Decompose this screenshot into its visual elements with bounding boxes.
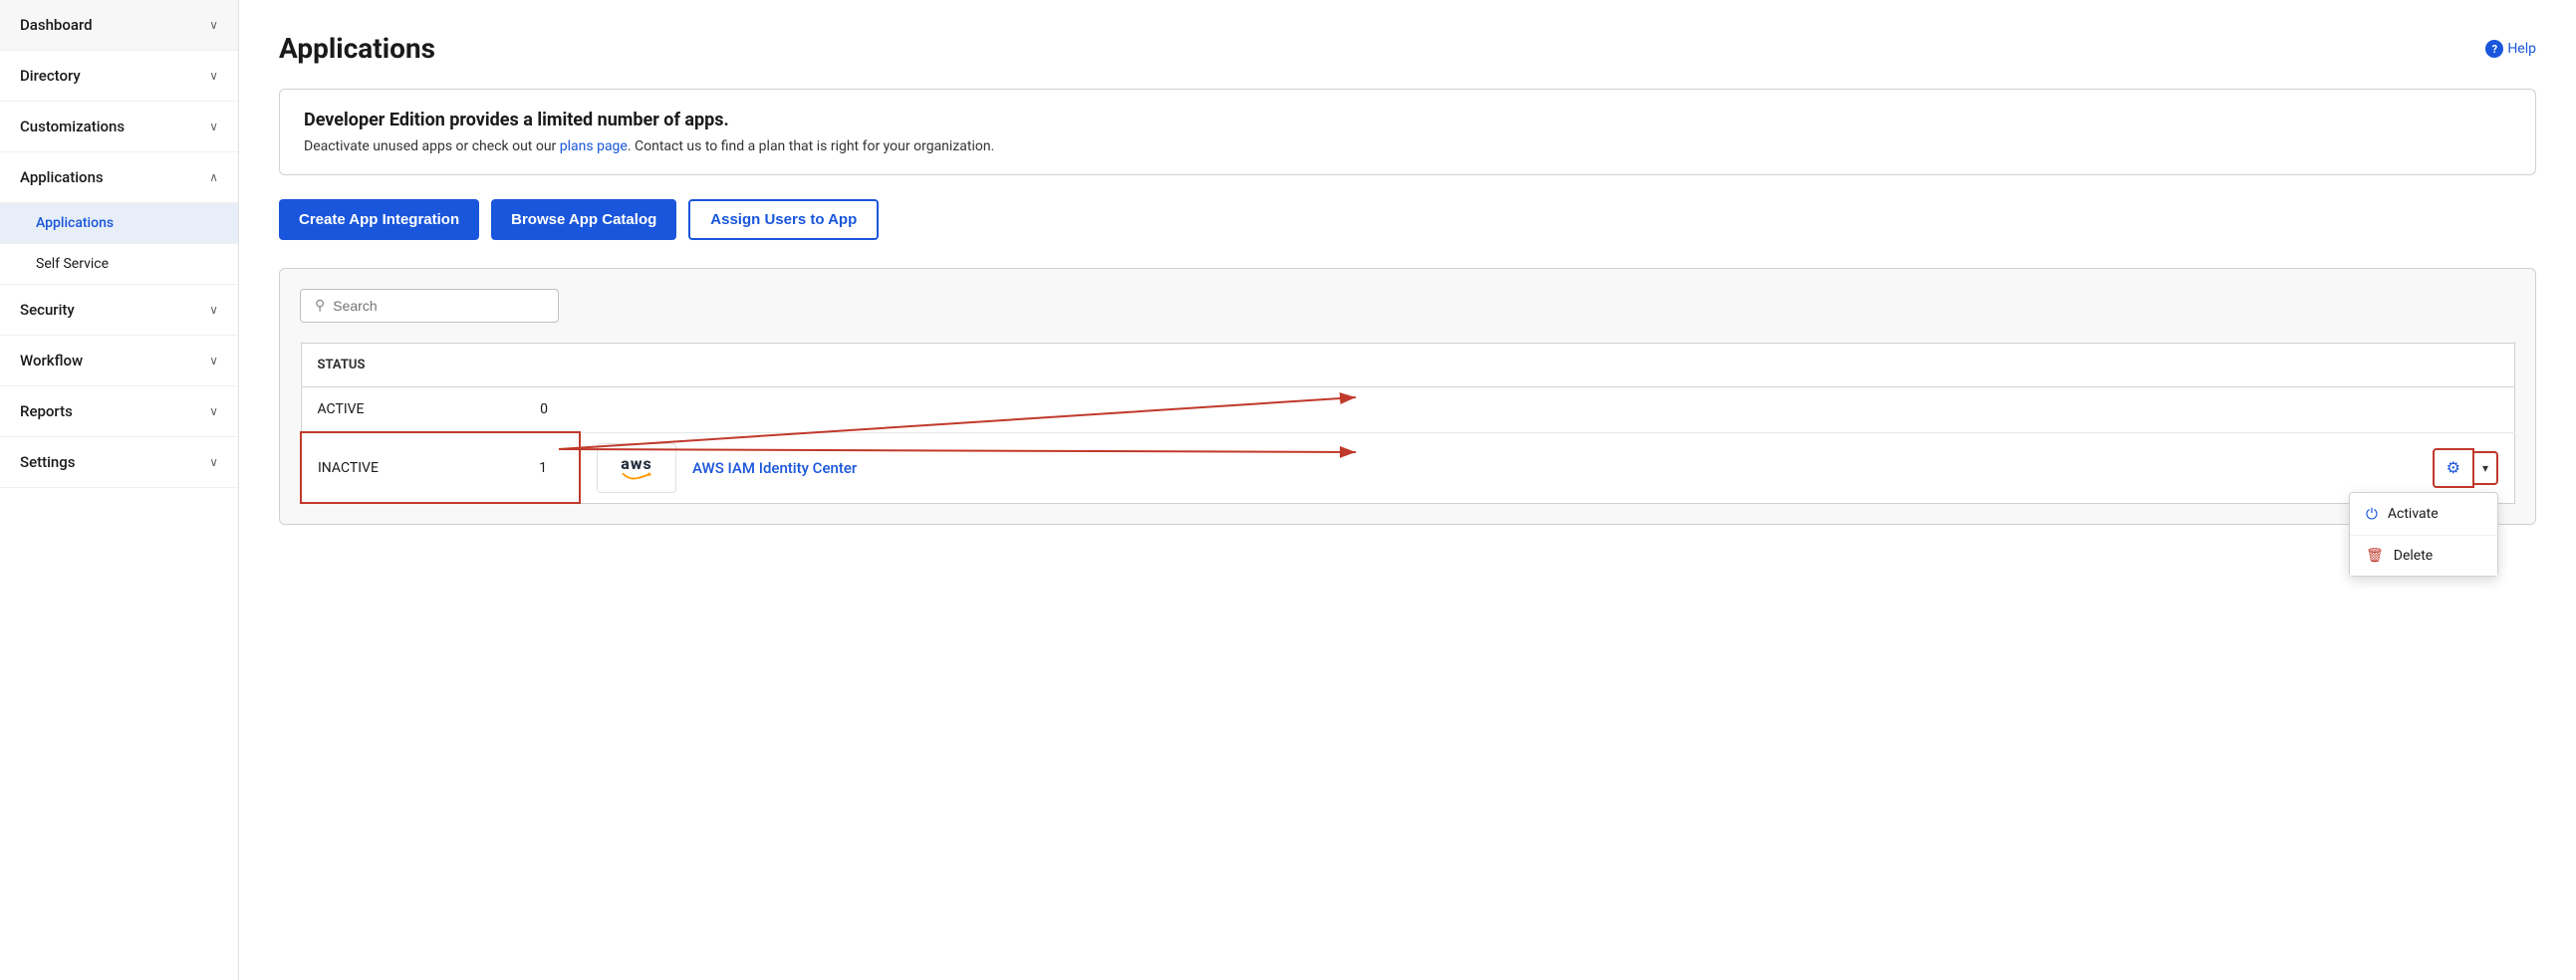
page-header: Applications ? Help <box>279 32 2536 65</box>
dropdown-toggle-button[interactable]: ▾ <box>2474 451 2498 485</box>
inactive-count: 1 <box>539 460 563 476</box>
app-row-content: aws AWS IAM Identity Center <box>597 443 2498 493</box>
sidebar-item-label: Reports <box>20 402 73 420</box>
chevron-down-icon: ∨ <box>209 120 218 133</box>
sidebar-item-applications[interactable]: Applications ∧ <box>0 152 238 203</box>
chevron-down-icon: ∨ <box>209 18 218 32</box>
sidebar-item-customizations[interactable]: Customizations ∨ <box>0 102 238 152</box>
sidebar-subitem-applications[interactable]: Applications <box>0 203 238 244</box>
info-banner: Developer Edition provides a limited num… <box>279 89 2536 175</box>
chevron-down-icon: ∨ <box>209 303 218 317</box>
inactive-app-cell: aws AWS IAM Identity Center <box>580 432 2515 503</box>
search-box: ⚲ <box>300 289 559 323</box>
sidebar-subitem-self-service[interactable]: Self Service <box>0 244 238 285</box>
active-status-cell: ACTIVE 0 <box>301 387 580 433</box>
chevron-up-icon: ∧ <box>209 170 218 184</box>
app-column-header <box>580 344 2515 387</box>
help-circle-icon: ? <box>2485 40 2503 58</box>
status-column-header: STATUS <box>301 344 580 387</box>
app-logo: aws <box>597 443 676 493</box>
inactive-status-row: INACTIVE 1 aws <box>301 432 2515 503</box>
caret-down-icon: ▾ <box>2482 461 2488 475</box>
chevron-down-icon: ∨ <box>209 404 218 418</box>
sidebar-item-label: Settings <box>20 453 76 471</box>
banner-text: Deactivate unused apps or check out our … <box>304 138 2511 154</box>
apps-table: STATUS ACTIVE 0 <box>300 343 2515 504</box>
search-icon: ⚲ <box>315 298 325 314</box>
app-actions: ⚙ ▾ ⏻ Activate <box>2433 448 2498 488</box>
aws-smile-icon <box>622 472 651 480</box>
activate-menu-item[interactable]: ⏻ Activate <box>2350 493 2497 536</box>
search-input[interactable] <box>333 298 544 314</box>
assign-users-to-app-button[interactable]: Assign Users to App <box>688 199 879 240</box>
sidebar-item-dashboard[interactable]: Dashboard ∨ <box>0 0 238 51</box>
create-app-integration-button[interactable]: Create App Integration <box>279 199 479 240</box>
sidebar-item-workflow[interactable]: Workflow ∨ <box>0 336 238 386</box>
help-link[interactable]: ? Help <box>2485 40 2536 58</box>
sidebar-item-label: Customizations <box>20 118 125 135</box>
chevron-down-icon: ∨ <box>209 455 218 469</box>
sidebar-item-security[interactable]: Security ∨ <box>0 285 238 336</box>
sidebar-item-label: Directory <box>20 67 81 85</box>
action-buttons: Create App Integration Browse App Catalo… <box>279 199 2536 240</box>
inactive-status-cell: INACTIVE 1 <box>301 432 580 503</box>
page-title: Applications <box>279 32 435 65</box>
gear-icon: ⚙ <box>2447 458 2460 478</box>
delete-menu-item[interactable]: 🗑 Delete <box>2350 536 2497 576</box>
browse-app-catalog-button[interactable]: Browse App Catalog <box>491 199 676 240</box>
aws-logo: aws <box>621 456 651 480</box>
table-header-row: STATUS <box>301 344 2515 387</box>
sidebar-item-label: Dashboard <box>20 16 93 34</box>
active-status-row: ACTIVE 0 <box>301 387 2515 433</box>
active-app-cell <box>580 387 2515 433</box>
power-icon: ⏻ <box>2366 505 2378 523</box>
main-content: Applications ? Help Developer Edition pr… <box>239 0 2576 980</box>
sidebar-item-settings[interactable]: Settings ∨ <box>0 437 238 488</box>
aws-text: aws <box>621 456 651 472</box>
sidebar-item-reports[interactable]: Reports ∨ <box>0 386 238 437</box>
trash-icon: 🗑 <box>2366 548 2384 564</box>
plans-page-link[interactable]: plans page <box>560 138 628 154</box>
sidebar-item-directory[interactable]: Directory ∨ <box>0 51 238 102</box>
action-dropdown-menu: ⏻ Activate 🗑 Delete <box>2349 492 2498 577</box>
app-name[interactable]: AWS IAM Identity Center <box>692 459 857 477</box>
chevron-down-icon: ∨ <box>209 69 218 83</box>
active-count: 0 <box>540 401 564 417</box>
sidebar-item-label: Security <box>20 301 75 319</box>
sidebar: Dashboard ∨ Directory ∨ Customizations ∨… <box>0 0 239 980</box>
apps-container: ⚲ STATUS ACTIVE <box>279 268 2536 525</box>
sidebar-item-label: Applications <box>20 168 104 186</box>
gear-button[interactable]: ⚙ <box>2433 448 2474 488</box>
chevron-down-icon: ∨ <box>209 354 218 368</box>
banner-title: Developer Edition provides a limited num… <box>304 110 2511 130</box>
sidebar-item-label: Workflow <box>20 352 83 369</box>
